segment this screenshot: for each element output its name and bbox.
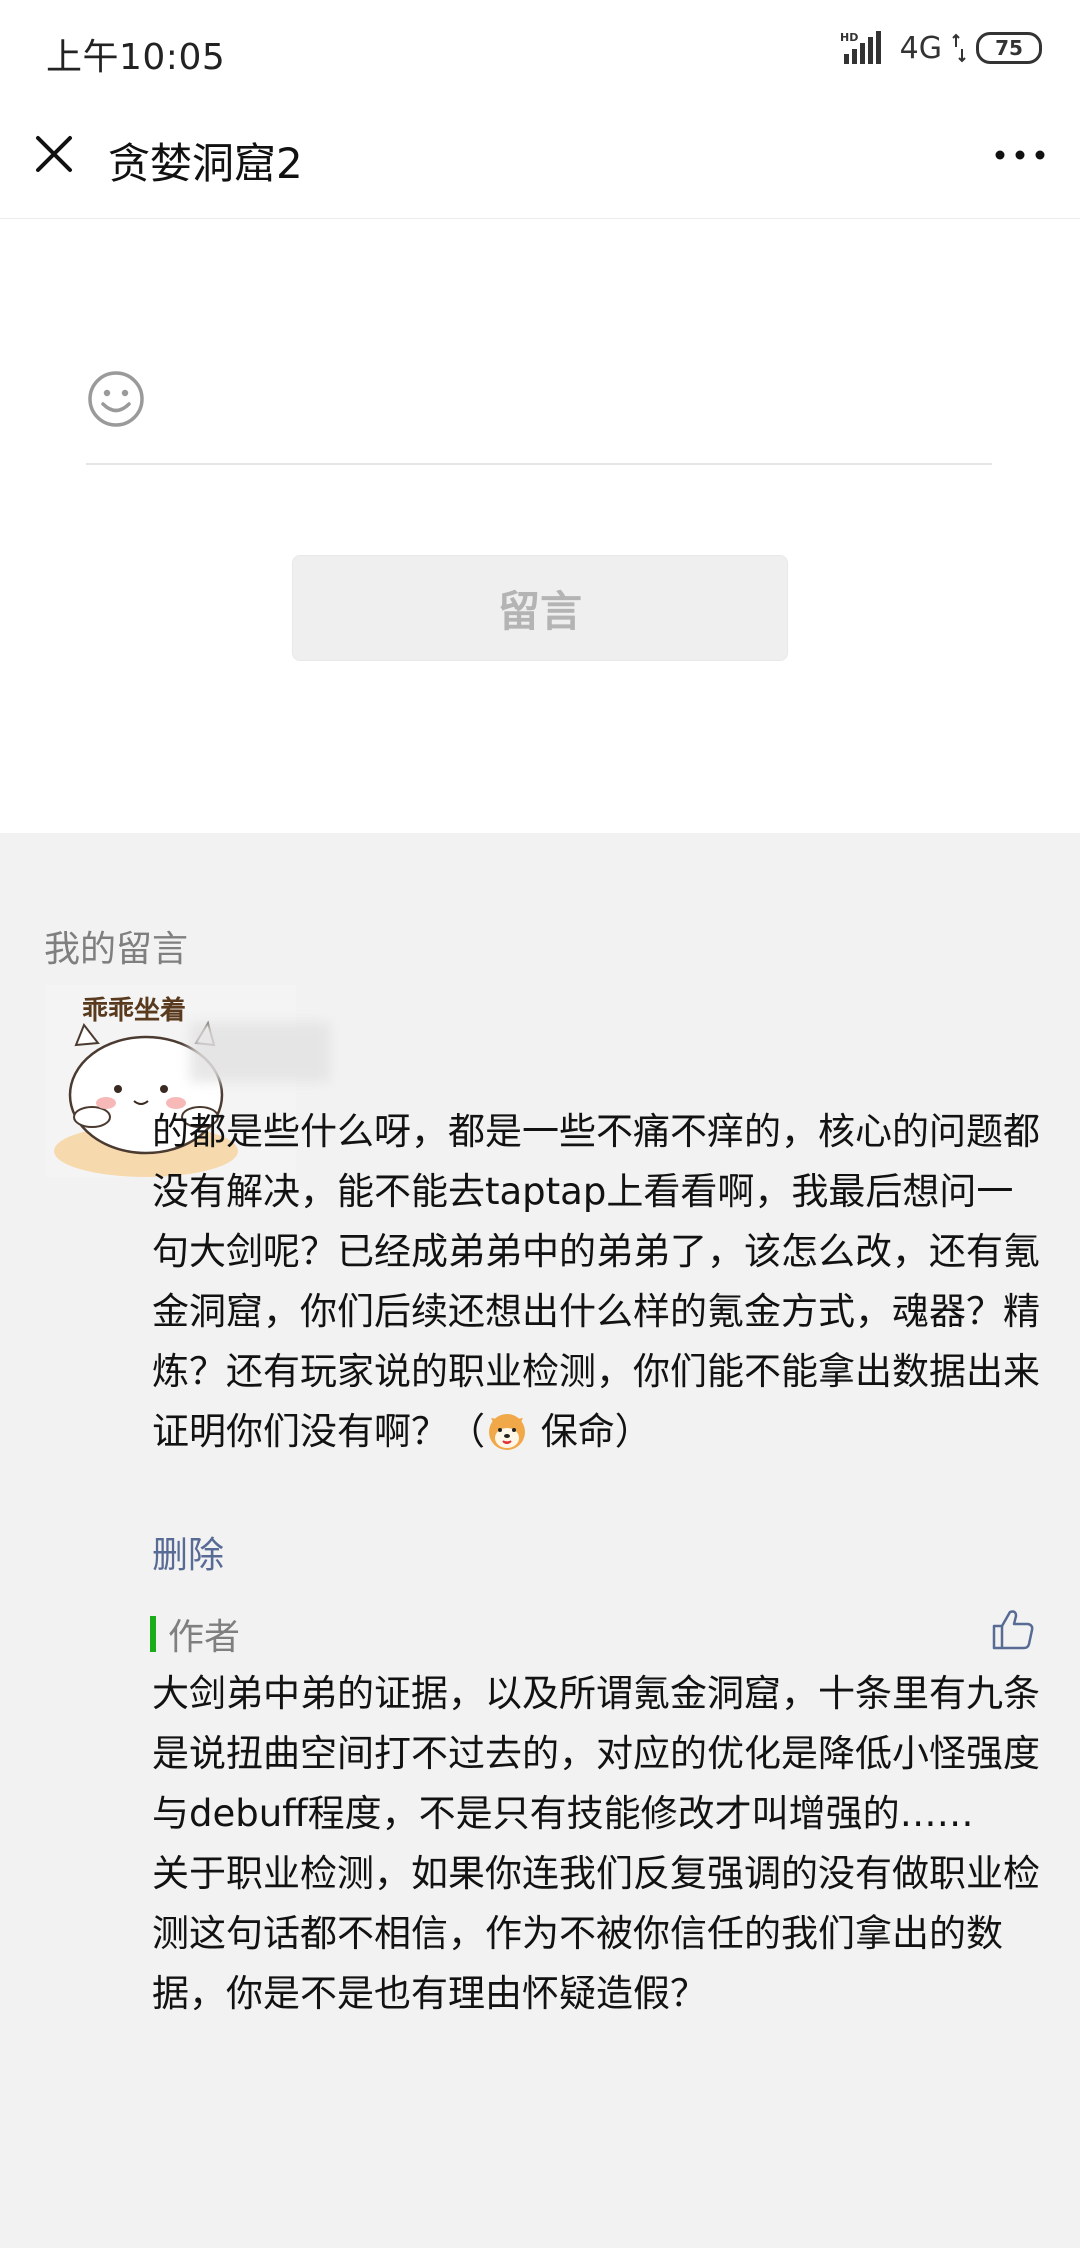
author-reply-text: 大剑弟中弟的证据，以及所谓氪金洞窟，十条里有九条是说扭曲空间打不过去的，对应的优…: [152, 1672, 1040, 2015]
shiba-dog-icon: [489, 1414, 525, 1450]
smiley-icon[interactable]: [86, 369, 146, 429]
blurred-username: [190, 1022, 330, 1082]
avatar-caption: 乖乖坐着: [82, 996, 187, 1026]
network-label: 4G: [899, 30, 942, 66]
thumbs-up-icon[interactable]: [990, 1606, 1036, 1652]
close-icon[interactable]: [28, 128, 80, 180]
more-dots-icon[interactable]: [990, 132, 1050, 178]
data-arrows-icon: [952, 33, 966, 63]
status-indicators: HD 4G 75: [840, 28, 1042, 68]
comment-text-part1: 的都是些什么呀，都是一些不痛不痒的，核心的问题都没有解决，能不能去taptap上…: [152, 1110, 1040, 1453]
svg-text:HD: HD: [840, 31, 858, 44]
nav-bar: 贪婪洞窟2: [0, 100, 1080, 219]
comment-compose: 留言: [0, 219, 1080, 833]
comment-input[interactable]: [170, 367, 984, 433]
delete-comment-link[interactable]: 删除: [152, 1526, 224, 1578]
battery-indicator: 75: [976, 32, 1042, 64]
status-bar: 上午10:05 HD 4G 75: [0, 0, 1080, 100]
submit-comment-button[interactable]: 留言: [292, 555, 788, 661]
comment-text-part2: 保命）: [529, 1410, 652, 1453]
author-label: 作者: [168, 1617, 241, 1658]
status-time: 上午10:05: [46, 37, 226, 78]
input-underline: [86, 463, 992, 465]
my-comments-heading: 我的留言: [44, 929, 189, 970]
author-accent-bar: [150, 1616, 156, 1652]
my-comment-text: 的都是些什么呀，都是一些不痛不痒的，核心的问题都没有解决，能不能去taptap上…: [152, 1102, 1042, 1462]
page-title: 贪婪洞窟2: [108, 139, 303, 188]
signal-icon: HD: [840, 31, 881, 64]
